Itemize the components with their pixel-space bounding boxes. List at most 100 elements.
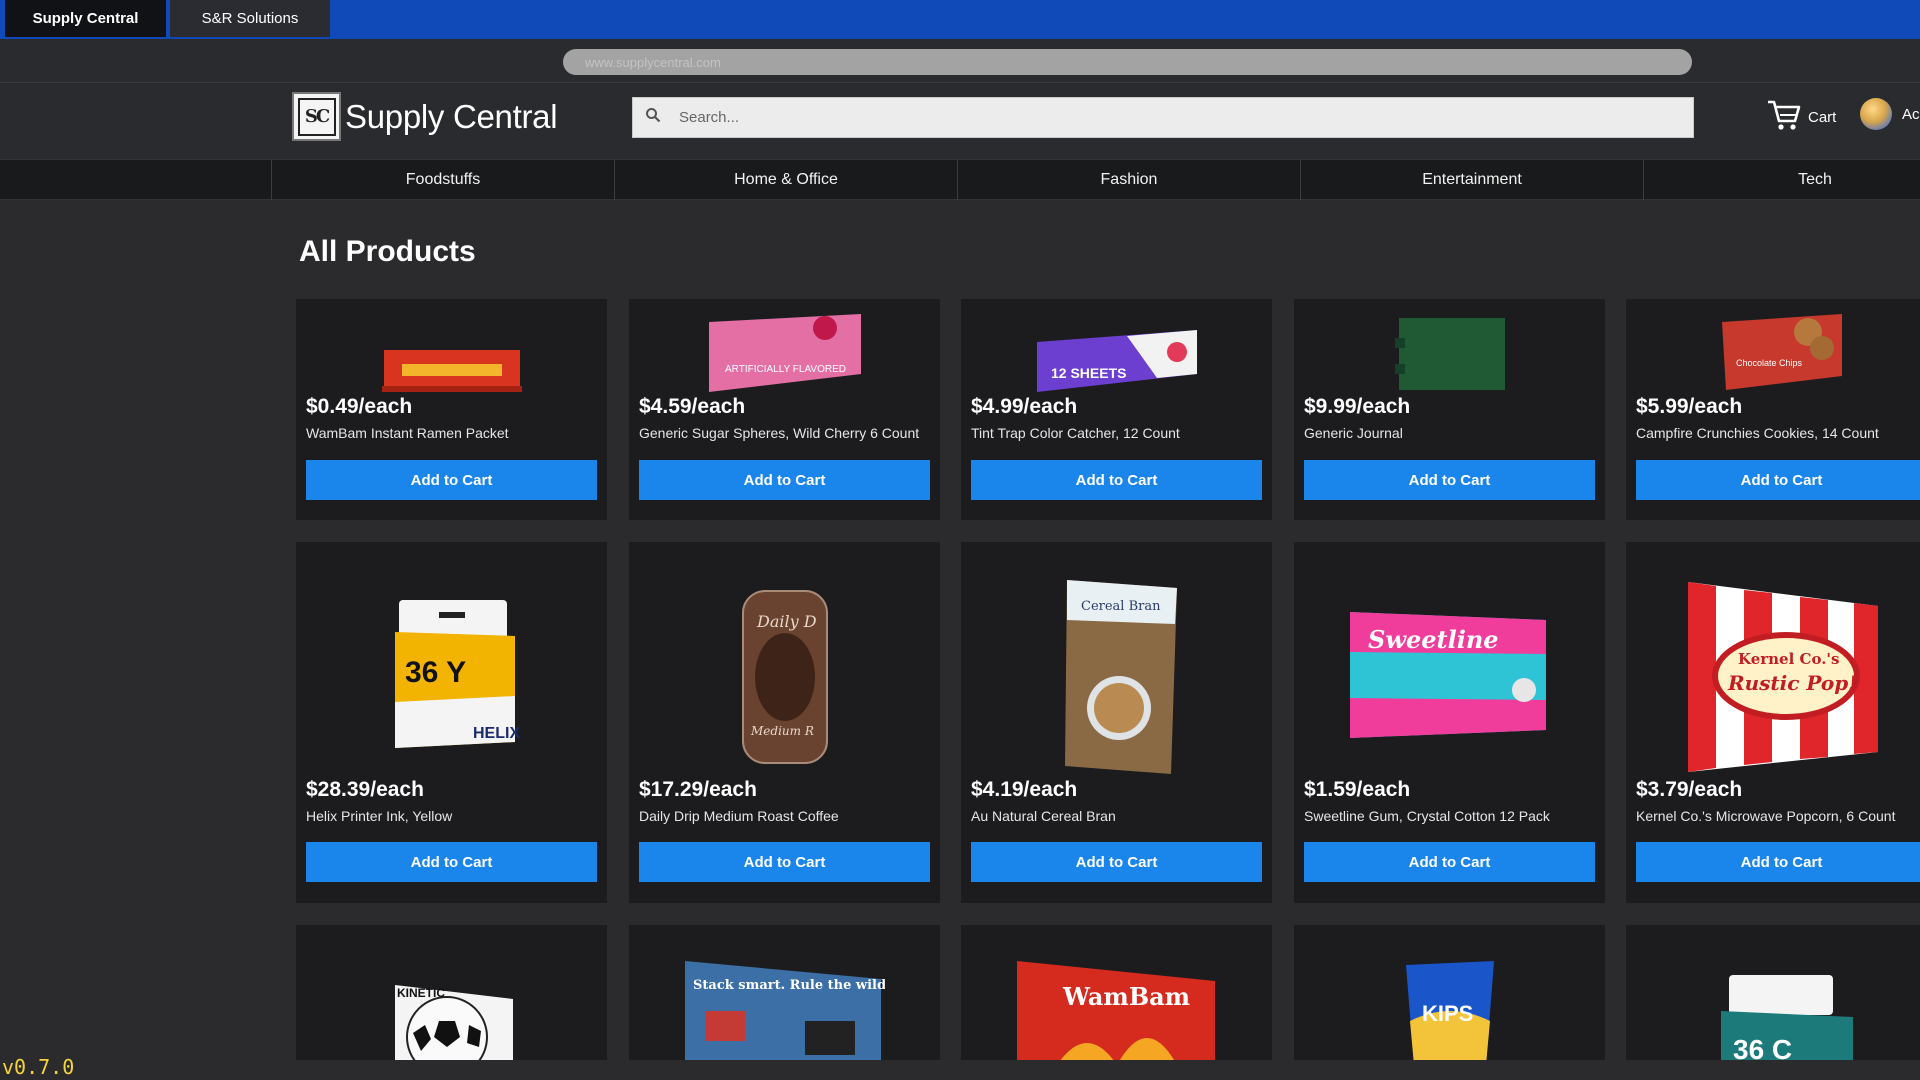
nav-entertainment[interactable]: Entertainment xyxy=(1301,160,1644,200)
product-price: $9.99/each xyxy=(1304,395,1411,418)
tab-sr-solutions[interactable]: S&R Solutions xyxy=(170,0,330,37)
gum-pack-image: Sweetline xyxy=(1294,562,1605,792)
product-card: 36 Y HELIX $28.39/each Helix Printer Ink… xyxy=(296,542,607,903)
product-price: $1.59/each xyxy=(1304,778,1411,801)
cart-label: Cart xyxy=(1808,109,1837,126)
svg-text:Daily D: Daily D xyxy=(756,612,817,631)
product-price: $0.49/each xyxy=(306,395,413,418)
product-price: $5.99/each xyxy=(1636,395,1743,418)
product-card: $9.99/each Generic Journal Add to Cart xyxy=(1294,299,1605,520)
product-name: Campfire Crunchies Cookies, 14 Count xyxy=(1636,425,1879,441)
ramen-box-brand: WamBam xyxy=(1062,982,1190,1011)
product-name: Kernel Co.'s Microwave Popcorn, 6 Count xyxy=(1636,808,1896,824)
product-card: 36 C xyxy=(1626,925,1920,1060)
brand-name: Supply Central xyxy=(345,97,558,135)
journal-image xyxy=(1294,299,1605,394)
add-to-cart-button[interactable]: Add to Cart xyxy=(1304,842,1595,882)
printer-ink-cyan-image: 36 C xyxy=(1626,960,1920,1060)
add-to-cart-button[interactable]: Add to Cart xyxy=(1636,460,1920,500)
cookie-box-image: Chocolate Chips xyxy=(1626,299,1920,394)
product-card: WamBam xyxy=(961,925,1272,1060)
tab-supply-central[interactable]: Supply Central xyxy=(5,0,166,37)
soccer-ball-image: KINETIC xyxy=(296,960,607,1060)
product-price: $3.79/each xyxy=(1636,778,1743,801)
cart-button[interactable]: Cart xyxy=(1766,98,1836,137)
nav-fashion[interactable]: Fashion xyxy=(958,160,1301,200)
product-card: Daily D Medium R $17.29/each Daily Drip … xyxy=(629,542,940,903)
address-bar: www.supplycentral.com xyxy=(0,39,1920,83)
logo-initials: SC xyxy=(297,97,336,136)
product-card: Chocolate Chips $5.99/each Campfire Crun… xyxy=(1626,299,1920,520)
product-price: $4.59/each xyxy=(639,395,746,418)
product-card: Cereal Bran $4.19/each Au Natural Cereal… xyxy=(961,542,1272,903)
product-card: ARTIFICIALLY FLAVORED $4.59/each Generic… xyxy=(629,299,940,520)
product-card: 12 SHEETS $4.99/each Tint Trap Color Cat… xyxy=(961,299,1272,520)
board-game-tagline: Stack smart. Rule the wild. xyxy=(693,978,885,993)
site-logo[interactable]: SC Supply Central xyxy=(292,92,558,141)
add-to-cart-button[interactable]: Add to Cart xyxy=(1304,460,1595,500)
add-to-cart-button[interactable]: Add to Cart xyxy=(306,460,597,500)
product-card: $0.49/each WamBam Instant Ramen Packet A… xyxy=(296,299,607,520)
add-to-cart-button[interactable]: Add to Cart xyxy=(971,842,1262,882)
product-card: KINETIC xyxy=(296,925,607,1060)
version-label: v0.7.0 xyxy=(2,1055,75,1079)
ramen-box-image: WamBam xyxy=(961,960,1272,1060)
nav-tech[interactable]: Tech xyxy=(1644,160,1920,200)
avatar xyxy=(1860,98,1892,130)
product-card: Stack smart. Rule the wild. xyxy=(629,925,940,1060)
printer-ink-image: 36 Y HELIX xyxy=(296,562,607,792)
url-field[interactable]: www.supplycentral.com xyxy=(563,49,1692,75)
page-title: All Products xyxy=(299,235,476,268)
product-price: $4.19/each xyxy=(971,778,1078,801)
add-to-cart-button[interactable]: Add to Cart xyxy=(1636,842,1920,882)
add-to-cart-button[interactable]: Add to Cart xyxy=(639,460,930,500)
product-name: Generic Journal xyxy=(1304,425,1403,441)
cart-icon xyxy=(1766,98,1802,137)
svg-text:ARTIFICIALLY FLAVORED: ARTIFICIALLY FLAVORED xyxy=(725,364,846,375)
search-icon xyxy=(645,107,665,128)
svg-text:12 SHEETS: 12 SHEETS xyxy=(1051,365,1126,381)
product-name: WamBam Instant Ramen Packet xyxy=(306,425,509,441)
browser-tab-bar: Supply Central S&R Solutions xyxy=(0,0,1920,39)
category-nav-spacer xyxy=(0,160,272,200)
search-input[interactable] xyxy=(677,108,1627,127)
product-card: Kernel Co.'s Rustic Pop! $3.79/each Kern… xyxy=(1626,542,1920,903)
product-name: Au Natural Cereal Bran xyxy=(971,808,1116,824)
board-game-box-image: Stack smart. Rule the wild. xyxy=(629,960,940,1060)
cereal-box-image: Cereal Bran xyxy=(961,562,1272,792)
svg-text:Rustic Pop!: Rustic Pop! xyxy=(1727,671,1857,695)
account-button[interactable]: Ac xyxy=(1860,98,1920,130)
svg-text:Kernel Co.'s: Kernel Co.'s xyxy=(1738,650,1839,668)
svg-text:36 Y: 36 Y xyxy=(405,656,466,689)
product-card: Sweetline $1.59/each Sweetline Gum, Crys… xyxy=(1294,542,1605,903)
svg-text:Sweetline: Sweetline xyxy=(1368,625,1499,654)
add-to-cart-button[interactable]: Add to Cart xyxy=(306,842,597,882)
svg-text:HELIX: HELIX xyxy=(473,725,520,742)
color-catcher-box-image: 12 SHEETS xyxy=(961,299,1272,394)
site-header: SC Supply Central Cart Ac xyxy=(0,84,1920,159)
svg-text:Chocolate Chips: Chocolate Chips xyxy=(1736,358,1803,368)
cyan-ink-label: 36 C xyxy=(1733,1034,1792,1060)
product-grid: $0.49/each WamBam Instant Ramen Packet A… xyxy=(0,299,1920,1060)
nav-home-office[interactable]: Home & Office xyxy=(615,160,958,200)
product-name: Tint Trap Color Catcher, 12 Count xyxy=(971,425,1180,441)
product-price: $4.99/each xyxy=(971,395,1078,418)
add-to-cart-button[interactable]: Add to Cart xyxy=(971,460,1262,500)
svg-text:Medium R: Medium R xyxy=(750,724,814,738)
product-name: Sweetline Gum, Crystal Cotton 12 Pack xyxy=(1304,808,1550,824)
account-label: Ac xyxy=(1902,105,1920,123)
product-name: Helix Printer Ink, Yellow xyxy=(306,808,453,824)
product-name: Generic Sugar Spheres, Wild Cherry 6 Cou… xyxy=(639,425,920,441)
logo-icon: SC xyxy=(292,92,341,141)
product-price: $28.39/each xyxy=(306,778,424,801)
chips-bag-image: KIPS xyxy=(1294,960,1605,1060)
search-bar[interactable] xyxy=(632,97,1694,138)
chips-bag-brand: KIPS xyxy=(1422,1001,1473,1026)
candy-box-image: ARTIFICIALLY FLAVORED xyxy=(629,299,940,394)
category-nav: Foodstuffs Home & Office Fashion Enterta… xyxy=(0,159,1920,200)
add-to-cart-button[interactable]: Add to Cart xyxy=(639,842,930,882)
nav-foodstuffs[interactable]: Foodstuffs xyxy=(272,160,615,200)
product-name: Daily Drip Medium Roast Coffee xyxy=(639,808,839,824)
product-card: KIPS xyxy=(1294,925,1605,1060)
popcorn-box-image: Kernel Co.'s Rustic Pop! xyxy=(1626,562,1920,792)
